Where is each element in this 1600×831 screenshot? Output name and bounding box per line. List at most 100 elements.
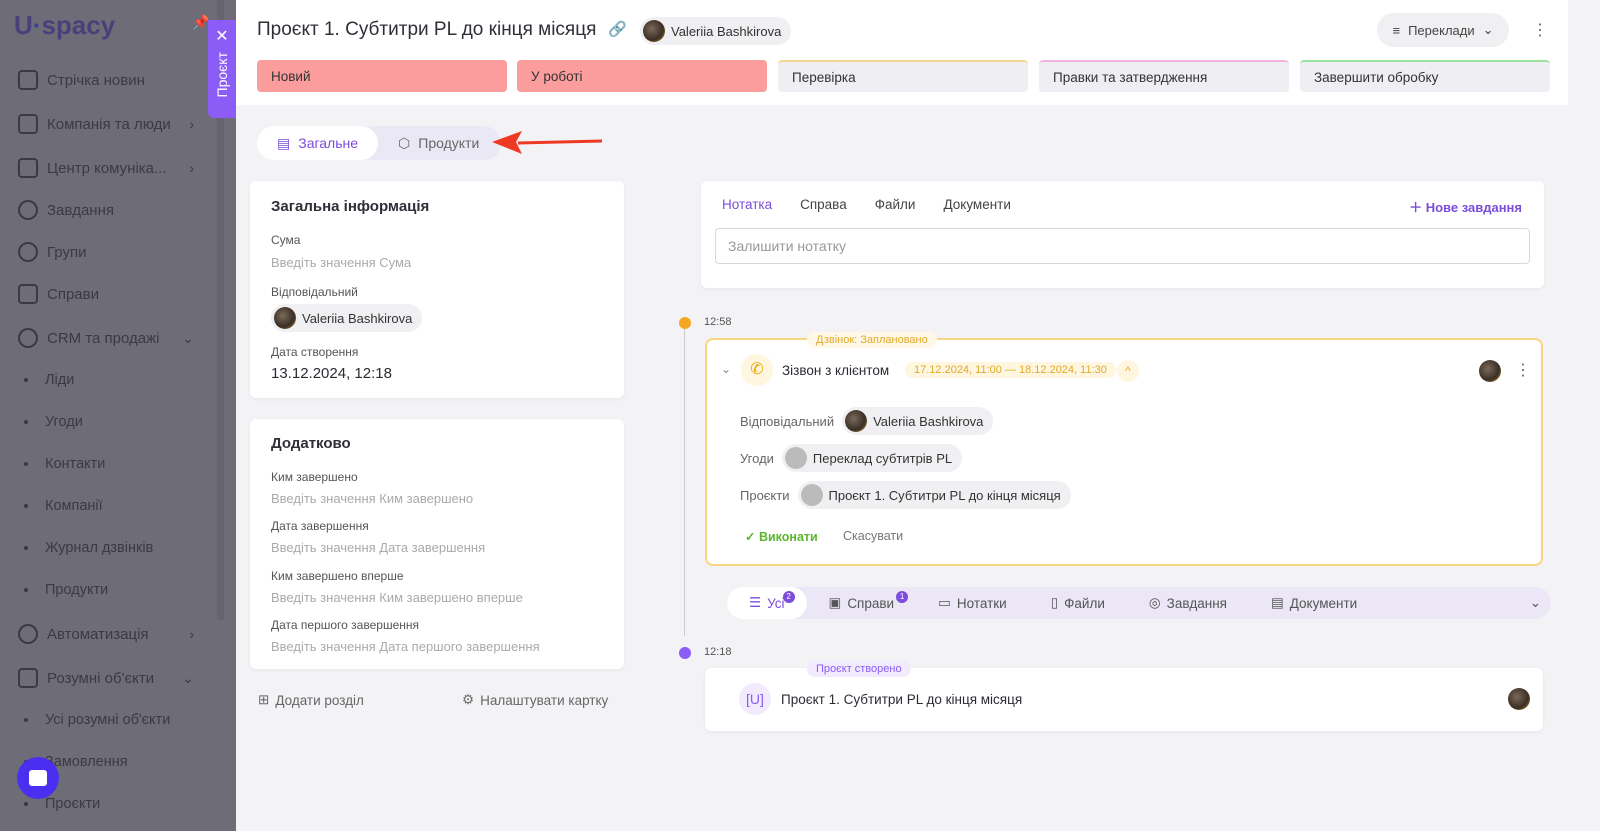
stage-in-progress[interactable]: У роботі [517, 60, 767, 92]
avatar [1479, 360, 1501, 382]
pin-icon[interactable]: 📌 [192, 14, 209, 31]
sidebar-item-groups[interactable]: Групи [18, 237, 198, 267]
tab-files[interactable]: Файли [875, 197, 916, 212]
bullet [24, 802, 28, 806]
label: Автоматизація [47, 625, 149, 643]
sidebar-item-company[interactable]: Компанія та люди › [18, 109, 198, 139]
tab-general[interactable]: ▤ Загальне [257, 126, 379, 160]
count-badge: 2 [782, 591, 795, 603]
responsible-chip[interactable]: Valeriia Bashkirova [271, 304, 423, 332]
sidebar-sub-all-smart[interactable]: Усі розумні об'єкти [24, 705, 204, 735]
field-label: Дата завершення [271, 519, 369, 533]
sidebar-sub-deals[interactable]: Угоди [24, 407, 204, 437]
chat-button[interactable] [17, 757, 59, 799]
tab-activity[interactable]: Справа [800, 197, 847, 212]
label: Файли [1064, 595, 1105, 611]
filter-all[interactable]: ☰ Усі 2 [727, 587, 807, 619]
tab-documents[interactable]: Документи [943, 197, 1010, 212]
field-input[interactable]: Введіть значення Ким завершено вперше [271, 590, 523, 605]
label: Розумні об'єкти [47, 669, 155, 687]
filter-tasks[interactable]: ◎ Завдання [1127, 587, 1249, 619]
label: CRM та продажі [47, 329, 160, 347]
complete-button[interactable]: ✓ Виконати [745, 529, 818, 544]
field-label: Дата першого завершення [271, 618, 419, 632]
panel-tab-label: Проєкт [214, 52, 230, 98]
document-icon: ▤ [277, 134, 291, 151]
responsible-chip[interactable]: Valeriia Bashkirova [842, 407, 994, 435]
pipeline-filter[interactable]: ≡ Переклади ⌄ [1377, 13, 1509, 47]
filter-icon: ≡ [1392, 22, 1401, 38]
sidebar-sub-calls[interactable]: Журнал дзвінків [24, 533, 204, 563]
field-label: Сума [271, 233, 301, 247]
sidebar-sub-products[interactable]: Продукти [24, 575, 204, 605]
field-input[interactable]: Введіть значення Дата завершення [271, 540, 485, 555]
sidebar-sub-companies[interactable]: Компанії [24, 491, 204, 521]
sidebar-item-news[interactable]: Стрічка новин [18, 65, 198, 95]
chevron-down-icon: ⌄ [1482, 22, 1494, 37]
more-icon[interactable]: ⋮ [1515, 360, 1531, 380]
stage-finish[interactable]: Завершити обробку [1300, 60, 1550, 92]
chat-icon [29, 770, 47, 786]
chevron-down-icon[interactable]: ⌄ [721, 362, 731, 376]
label: Усі розумні об'єкти [45, 712, 171, 728]
add-section-button[interactable]: ⊞ Додати розділ [258, 692, 364, 708]
label: Угоди [45, 414, 83, 430]
name: Переклад субтитрів PL [812, 450, 953, 466]
note-input[interactable]: Залишити нотатку [715, 228, 1530, 264]
avatar [1508, 688, 1530, 710]
phone-icon: ✆ [741, 354, 773, 386]
setup-card-button[interactable]: ⚙ Налаштувати картку [462, 692, 608, 708]
bullet [24, 462, 28, 466]
sidebar-item-activities[interactable]: Справи [18, 279, 198, 309]
database-icon [18, 328, 38, 348]
deal-chip[interactable]: Переклад субтитрів PL [781, 444, 963, 472]
new-task-button[interactable]: ＋ Нове завдання [1409, 197, 1522, 216]
label: Компанія та люди [47, 115, 171, 133]
stage-review[interactable]: Перевірка [778, 60, 1028, 92]
name: Valeriia Bashkirova [302, 310, 413, 326]
view-tabs: ▤ Загальне ⬡ Продукти [257, 126, 501, 160]
smart-object-icon: [U] [739, 683, 771, 715]
field-input[interactable]: Введіть значення Ким завершено [271, 491, 473, 506]
cancel-button[interactable]: Скасувати [843, 529, 903, 543]
label: Центр комуніка... [47, 159, 167, 177]
time: 12:58 [704, 316, 732, 328]
bullet [24, 504, 28, 508]
field-input[interactable]: Введіть значення Дата першого завершення [271, 639, 540, 654]
field-label: Ким завершено вперше [271, 569, 404, 583]
filter-activities[interactable]: ▣ Справи 1 [807, 587, 917, 619]
chevron-up-icon[interactable]: ^ [1117, 360, 1139, 382]
sidebar-sub-leads[interactable]: Ліди [24, 365, 204, 395]
tab-products[interactable]: ⬡ Продукти [378, 126, 499, 160]
label: Стрічка новин [47, 71, 145, 89]
link-icon[interactable]: 🔗 [608, 20, 627, 38]
tab-note[interactable]: Нотатка [722, 197, 772, 212]
project-chip[interactable]: Проєкт 1. Субтитри PL до кінця місяця [797, 481, 1071, 509]
name: Проєкт 1. Субтитри PL до кінця місяця [828, 487, 1061, 503]
filter-documents[interactable]: ▤ Документи [1249, 587, 1379, 619]
call-range: 17.12.2024, 11:00 — 18.12.2024, 11:30 [905, 362, 1116, 378]
close-icon[interactable]: ✕ [215, 26, 228, 46]
stage-approval[interactable]: Правки та затвердження [1039, 60, 1289, 92]
more-icon[interactable]: ⋮ [1532, 20, 1548, 40]
sidebar-item-tasks[interactable]: Завдання [18, 195, 198, 225]
filter-files[interactable]: ▯ Файли [1029, 587, 1127, 619]
sum-input[interactable]: Введіть значення Сума [271, 255, 411, 270]
sidebar: U·spacy 📌 Стрічка новин Компанія та люди… [0, 0, 236, 831]
filter-notes[interactable]: ▭ Нотатки [916, 587, 1029, 619]
sidebar-sub-contacts[interactable]: Контакти [24, 449, 204, 479]
panel-tab[interactable]: ✕ Проєкт [208, 20, 236, 118]
sidebar-item-smart[interactable]: Розумні об'єкти ⌄ [18, 663, 198, 693]
chevron-down-icon[interactable]: ⌄ [1520, 587, 1551, 619]
sidebar-item-comm[interactable]: Центр комуніка... › [18, 153, 198, 183]
logo[interactable]: U·spacy [14, 10, 115, 41]
sidebar-item-automation[interactable]: Автоматизація › [18, 619, 198, 649]
label: Загальне [298, 135, 359, 151]
sidebar-item-crm[interactable]: CRM та продажі ⌄ [18, 323, 198, 353]
additional-card: Додатково Ким завершено Введіть значення… [250, 419, 624, 669]
label: Контакти [45, 456, 106, 472]
owner-chip[interactable]: Valeriia Bashkirova [640, 17, 792, 45]
stage-new[interactable]: Новий [257, 60, 507, 92]
file-icon: ▯ [1050, 595, 1059, 610]
chat-icon [18, 158, 38, 178]
